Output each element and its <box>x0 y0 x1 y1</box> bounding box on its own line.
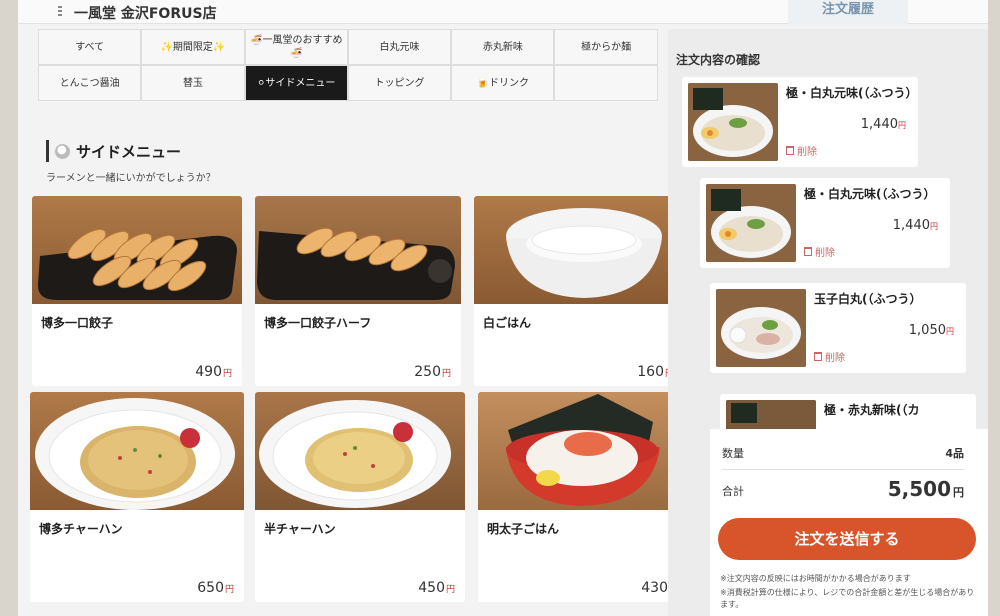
bowl-icon <box>55 143 70 159</box>
quantity-row: 数量 4品 <box>722 447 964 460</box>
tab-empty <box>554 65 658 101</box>
tab-tonkotsu-shoyu[interactable]: とんこつ醤油 <box>38 65 142 101</box>
tab-side-menu[interactable]: ⚪サイドメニュー <box>244 65 348 101</box>
tab-topping[interactable]: トッピング <box>347 65 452 101</box>
order-item-price: 1,440円 <box>892 218 938 233</box>
tab-all[interactable]: すべて <box>38 29 142 65</box>
order-history-button[interactable]: 注文履歴 <box>788 0 908 24</box>
order-item-price: 1,050円 <box>908 323 954 338</box>
menu-icon[interactable] <box>58 6 66 16</box>
product-name: 博多チャーハン <box>39 522 123 536</box>
divider <box>722 469 964 470</box>
note-text: ※消費税計算の仕様により、レジでの合計金額と差が生じる場合があります。 <box>720 588 975 609</box>
order-panel: 注文内容の確認 極・白丸元味(（ふつう） 1,440円 削除 極・白丸元味(（ふ… <box>668 29 988 616</box>
order-summary: 数量 4品 合計 5,500 円 注文を送信する ※注文内容の反映にはお時間がかか… <box>710 429 988 616</box>
product-grid: 博多一口餃子 490円 博多一口餃子ハーフ 250円 白ごはん 160 博多チャ… <box>22 194 688 616</box>
product-name: 明太子ごはん <box>487 522 560 536</box>
note-text: ※注文内容の反映にはお時間がかかる場合があります <box>720 574 911 583</box>
half-fried-rice-image <box>255 392 465 510</box>
mentaiko-rice-image <box>478 392 688 510</box>
product-card[interactable]: 博多一口餃子ハーフ 250円 <box>255 196 461 386</box>
delete-button[interactable]: 削除 <box>804 244 835 259</box>
tab-akamaru[interactable]: 赤丸新味 <box>451 29 555 65</box>
order-panel-title: 注文内容の確認 <box>676 53 761 67</box>
product-card[interactable]: 白ごはん 160円 <box>474 196 684 386</box>
order-item-name: 極・白丸元味(（ふつう） <box>804 187 936 201</box>
tab-limited[interactable]: ✨期間限定✨ <box>141 29 245 65</box>
product-name: 半チャーハン <box>264 522 336 536</box>
section-header: サイドメニュー <box>46 140 181 162</box>
ramen-image <box>706 184 796 262</box>
gyoza-half-image <box>255 196 461 304</box>
header-bar: 一風堂 金沢FORUS店 注文履歴 <box>18 0 988 24</box>
product-name: 白ごはん <box>483 316 532 330</box>
product-price: 490円 <box>195 364 232 380</box>
trash-icon <box>786 146 794 155</box>
section-title: サイドメニュー <box>76 142 182 161</box>
order-item-name: 極・赤丸新味(（カ <box>824 403 920 417</box>
order-item: 極・白丸元味(（ふつう） 1,440円 削除 <box>700 178 950 268</box>
tab-shiromaru[interactable]: 白丸元味 <box>347 29 452 65</box>
order-item-name: 玉子白丸(（ふつう） <box>814 292 922 306</box>
product-name: 博多一口餃子 <box>41 316 114 330</box>
delete-button[interactable]: 削除 <box>786 143 817 158</box>
ordering-screen: 一風堂 金沢FORUS店 注文履歴 すべて ✨期間限定✨ 🍜一風堂のおすすめ🍜 … <box>18 0 988 616</box>
total-value: 5,500 円 <box>887 477 964 501</box>
tab-kaedama[interactable]: 替玉 <box>141 65 245 101</box>
quantity-value: 4品 <box>945 447 964 460</box>
ramen-image <box>726 400 816 430</box>
order-item: 極・白丸元味(（ふつう） 1,440円 削除 <box>682 77 918 167</box>
store-name: 一風堂 金沢FORUS店 <box>74 6 217 22</box>
product-name: 博多一口餃子ハーフ <box>264 316 372 330</box>
ramen-image <box>716 289 806 367</box>
ramen-image <box>688 83 778 161</box>
category-grid: すべて ✨期間限定✨ 🍜一風堂のおすすめ🍜 白丸元味 赤丸新味 極からか麺 とん… <box>38 29 658 101</box>
submit-order-button[interactable]: 注文を送信する <box>718 518 976 560</box>
product-price: 650円 <box>197 580 234 596</box>
trash-icon <box>814 352 822 361</box>
product-price: 450円 <box>418 580 455 596</box>
product-card[interactable]: 明太子ごはん 430円 <box>478 392 688 602</box>
product-card[interactable]: 博多チャーハン 650円 <box>30 392 244 602</box>
product-price: 250円 <box>414 364 451 380</box>
order-item-price: 1,440円 <box>860 117 906 132</box>
trash-icon <box>804 247 812 256</box>
order-item: 玉子白丸(（ふつう） 1,050円 削除 <box>710 283 966 373</box>
section-subtitle: ラーメンと一緒にいかがでしょうか？ <box>46 173 216 184</box>
white-rice-image <box>474 196 684 304</box>
tab-drink[interactable]: 🍺ドリンク <box>451 65 555 101</box>
gyoza-plate-image <box>32 196 242 304</box>
delete-button[interactable]: 削除 <box>814 349 845 364</box>
tab-recommended[interactable]: 🍜一風堂のおすすめ🍜 <box>244 29 348 65</box>
total-row: 合計 5,500 円 <box>722 477 964 501</box>
order-item-name: 極・白丸元味(（ふつう） <box>786 86 918 100</box>
tab-karaka[interactable]: 極からか麺 <box>554 29 658 65</box>
product-card[interactable]: 半チャーハン 450円 <box>255 392 465 602</box>
fried-rice-image <box>30 392 244 510</box>
product-card[interactable]: 博多一口餃子 490円 <box>32 196 242 386</box>
